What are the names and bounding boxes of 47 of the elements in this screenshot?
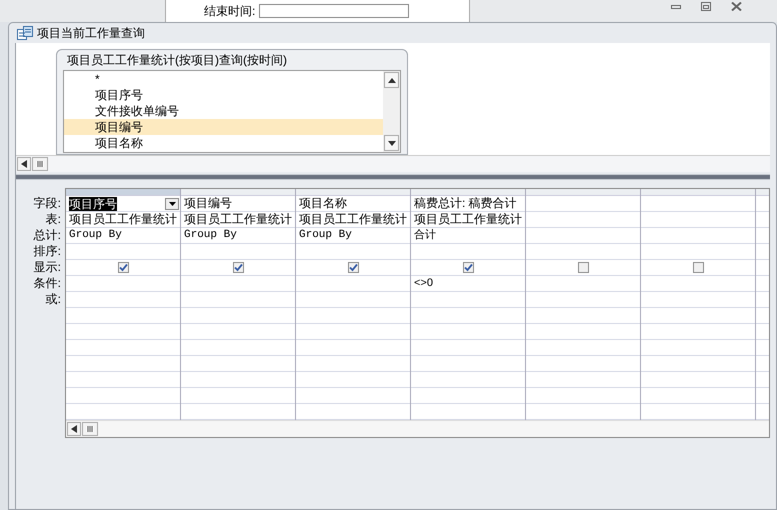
row-label: 或: bbox=[46, 291, 61, 307]
table-value: 项目员工工作量统计 bbox=[68, 212, 177, 227]
table-title[interactable]: 项目员工工作量统计(按项目)查询(按时间) bbox=[57, 50, 407, 70]
field-value[interactable]: 项目名称 bbox=[296, 196, 347, 211]
row-label: 表: bbox=[46, 211, 61, 227]
field-value[interactable]: 项目编号 bbox=[181, 196, 232, 211]
field-value[interactable]: 项目序号 bbox=[69, 196, 117, 210]
criteria-value: <>0 bbox=[413, 276, 433, 291]
total-value: Group By bbox=[68, 228, 122, 243]
query-icon bbox=[17, 26, 33, 40]
show-checkbox[interactable] bbox=[462, 262, 474, 273]
close-icon[interactable] bbox=[731, 2, 742, 11]
minimize-icon[interactable] bbox=[671, 2, 681, 12]
total-value: Group By bbox=[298, 228, 352, 243]
scroll-up-icon[interactable] bbox=[384, 72, 399, 88]
show-checkbox[interactable] bbox=[118, 262, 128, 273]
dropdown-icon[interactable] bbox=[165, 198, 179, 210]
total-value: 合计 bbox=[413, 228, 436, 243]
field-label: 结束时间: bbox=[204, 4, 256, 18]
table-value: 项目员工工作量统计 bbox=[298, 212, 407, 227]
field-list-item[interactable]: 项目名称 bbox=[64, 135, 383, 151]
show-checkbox[interactable] bbox=[692, 262, 704, 273]
text-field[interactable] bbox=[259, 4, 410, 18]
scroll-left-icon[interactable] bbox=[67, 422, 81, 436]
field-value[interactable]: 稿费总计: 稿费合计 bbox=[411, 196, 517, 211]
row-label: 总计: bbox=[34, 227, 61, 243]
table-box[interactable]: 项目员工工作量统计(按项目)查询(按时间) * 项目序号 文件接收单编号 项目编号 项目名称 bbox=[56, 49, 408, 155]
field-list-item[interactable]: 文件接收单编号 bbox=[64, 103, 383, 119]
field-list-item[interactable]: 项目序号 bbox=[64, 87, 383, 103]
show-checkbox[interactable] bbox=[232, 262, 244, 273]
field-list-item[interactable]: 项目编号 bbox=[64, 119, 383, 135]
window-title: 项目当前工作量查询 bbox=[37, 25, 145, 42]
show-checkbox[interactable] bbox=[348, 262, 358, 273]
row-label: 字段: bbox=[34, 195, 61, 211]
scroll-thumb[interactable] bbox=[32, 157, 48, 171]
show-checkbox[interactable] bbox=[578, 262, 588, 273]
total-value: Group By bbox=[183, 228, 237, 243]
row-label: 显示: bbox=[34, 259, 61, 275]
table-value: 项目员工工作量统计 bbox=[413, 212, 522, 227]
maximize-icon[interactable] bbox=[701, 2, 711, 11]
row-label: 条件: bbox=[34, 275, 61, 291]
scroll-left-icon[interactable] bbox=[17, 157, 31, 171]
scroll-down-icon[interactable] bbox=[384, 135, 399, 151]
row-label: 排序: bbox=[34, 243, 61, 259]
field-list-item[interactable]: * bbox=[64, 71, 383, 87]
scroll-thumb[interactable] bbox=[82, 422, 98, 436]
table-value: 项目员工工作量统计 bbox=[183, 212, 292, 227]
